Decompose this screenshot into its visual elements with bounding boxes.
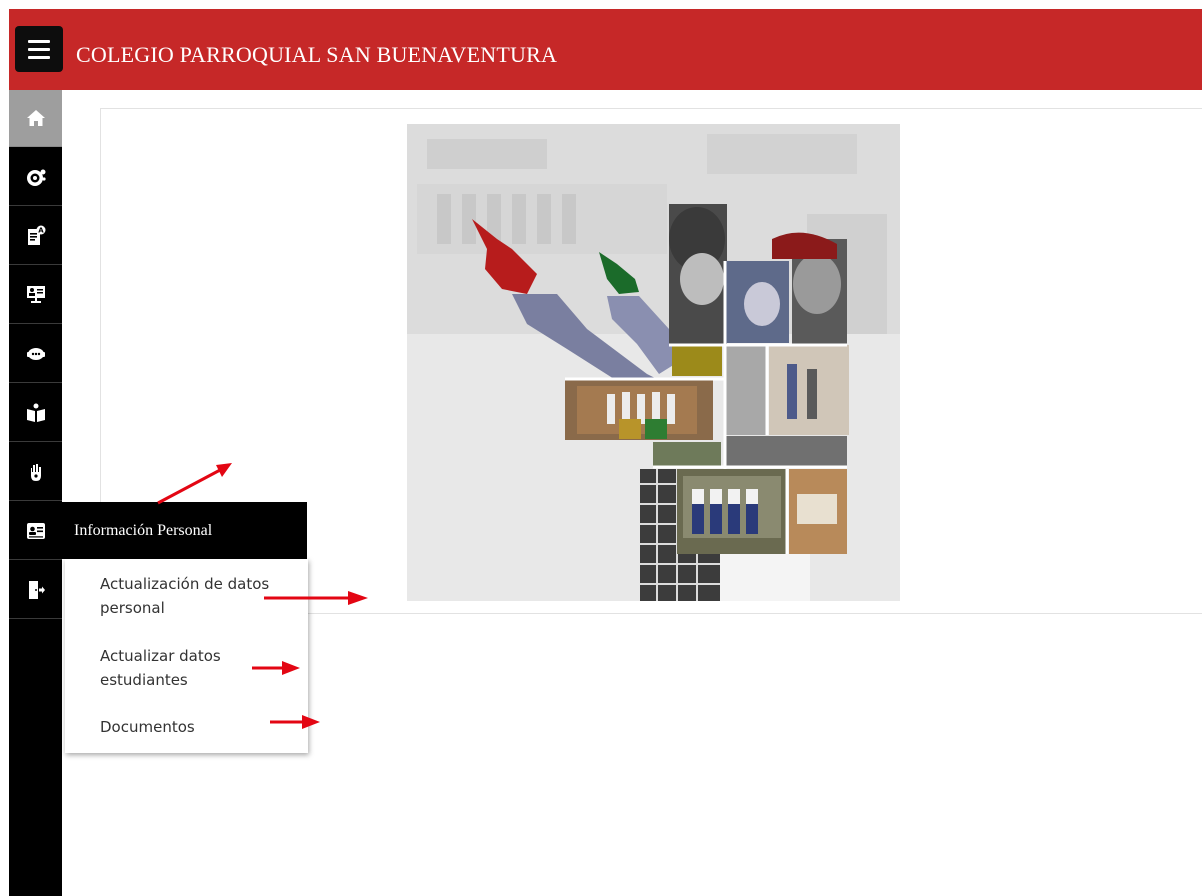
submenu-title[interactable]: Información Personal bbox=[62, 502, 307, 559]
dashboard-gauge-icon bbox=[26, 169, 46, 186]
hamburger-menu-button[interactable] bbox=[15, 26, 63, 72]
sidebar-item-dashboard[interactable] bbox=[9, 149, 62, 206]
sidebar-item-reading[interactable] bbox=[9, 385, 62, 442]
annotation-arrow bbox=[264, 591, 368, 605]
annotation-arrow bbox=[252, 661, 300, 675]
sidebar: A bbox=[9, 90, 62, 896]
exit-door-icon bbox=[28, 581, 45, 599]
sidebar-item-support[interactable] bbox=[9, 326, 62, 383]
teacher-board-icon bbox=[26, 286, 45, 303]
svg-text:A: A bbox=[38, 227, 44, 235]
annotation-arrow bbox=[270, 715, 320, 729]
hand-icon bbox=[30, 464, 41, 481]
sidebar-item-teacher[interactable] bbox=[9, 267, 62, 324]
sidebar-item-participation[interactable] bbox=[9, 444, 62, 501]
home-icon bbox=[26, 110, 45, 126]
annotation-arrow bbox=[157, 463, 232, 505]
chat-support-icon bbox=[26, 348, 45, 360]
school-collage-image bbox=[407, 124, 900, 601]
sidebar-item-home[interactable] bbox=[9, 90, 62, 147]
id-card-icon bbox=[26, 523, 45, 539]
sidebar-item-reports[interactable]: A bbox=[9, 208, 62, 265]
hamburger-line bbox=[28, 48, 50, 51]
report-card-icon: A bbox=[27, 225, 45, 245]
app-title: COLEGIO PARROQUIAL SAN BUENAVENTURA bbox=[76, 42, 558, 67]
sidebar-item-logout[interactable] bbox=[9, 562, 62, 619]
hamburger-line bbox=[28, 56, 50, 59]
sidebar-item-personal-info[interactable] bbox=[9, 503, 62, 560]
top-header-bar: COLEGIO PARROQUIAL SAN BUENAVENTURA bbox=[9, 9, 1202, 90]
hamburger-line bbox=[28, 40, 50, 43]
reading-book-icon bbox=[26, 403, 45, 422]
